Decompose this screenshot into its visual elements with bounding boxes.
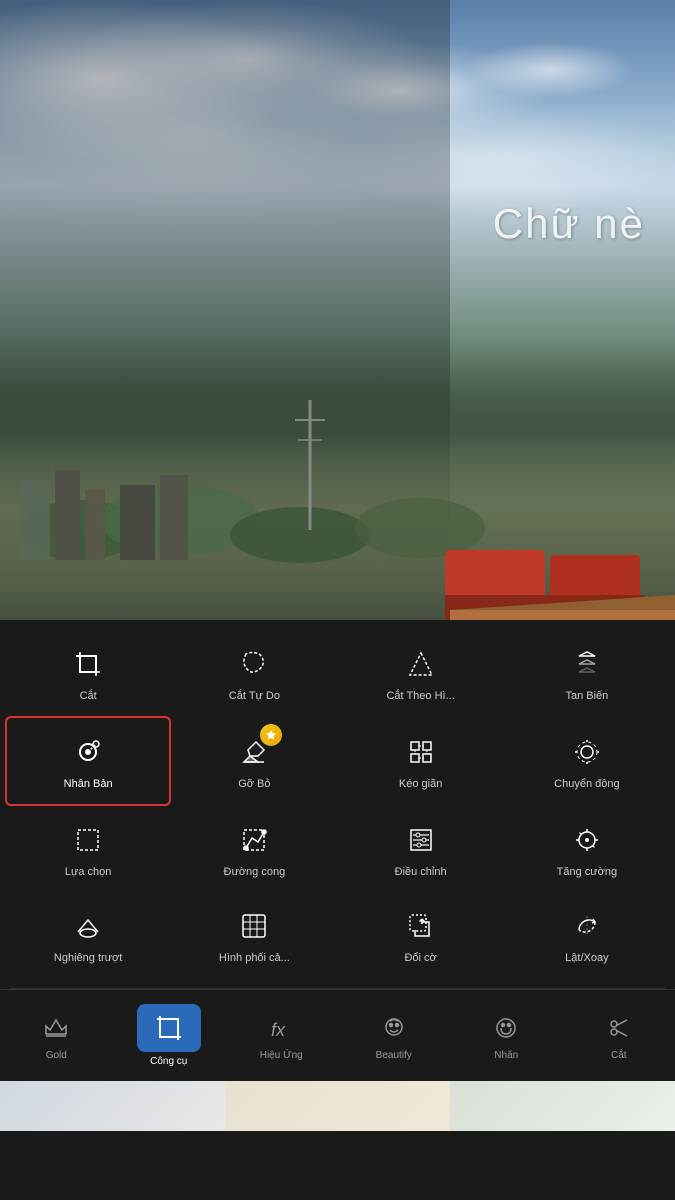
- adjust-icon: [401, 820, 441, 860]
- tool-cat-tu-do-label: Cắt Tự Do: [229, 690, 280, 702]
- tool-keo-gian[interactable]: Kéo giãn: [338, 716, 504, 806]
- tool-cat-theo-hinh-label: Cắt Theo Hì...: [386, 690, 454, 702]
- tool-tan-bien-label: Tan Biến: [565, 690, 608, 702]
- tab-beautify[interactable]: Beautify: [338, 1004, 451, 1067]
- tool-cat-tu-do[interactable]: Cắt Tự Do: [171, 630, 337, 716]
- tool-lua-chon[interactable]: Lựa chọn: [5, 806, 171, 892]
- tool-nghieng-truot-label: Nghiêng trượt: [54, 952, 122, 964]
- flip-rotate-icon: [567, 906, 607, 946]
- motion-icon: [567, 732, 607, 772]
- tool-nghieng-truot[interactable]: Nghiêng trượt: [5, 892, 171, 978]
- curve-icon: [234, 820, 274, 860]
- tab-beautify-label: Beautify: [376, 1050, 412, 1061]
- stretch-icon: [401, 732, 441, 772]
- tab-cong-cu[interactable]: Công cụ: [113, 998, 226, 1073]
- tool-go-bo-label: Gỡ Bỏ: [238, 778, 270, 790]
- fade-icon: [567, 644, 607, 684]
- photo-overlay-text: Chữ nè: [493, 200, 645, 248]
- tool-doi-co[interactable]: Đổi cờ: [338, 892, 504, 978]
- tool-lat-xoay-label: Lật/Xoay: [565, 952, 608, 964]
- cityscape-svg: [0, 300, 675, 620]
- tool-hinh-phoi-label: Hình phối cả...: [219, 952, 290, 964]
- bottom-tabs: Gold Công cụ f: [0, 989, 675, 1081]
- tool-cat-theo-hinh[interactable]: Cắt Theo Hì...: [338, 630, 504, 716]
- crown-icon: [38, 1010, 74, 1046]
- tool-keo-gian-label: Kéo giãn: [399, 778, 442, 790]
- tab-cat-label: Cắt: [611, 1050, 627, 1061]
- photo-canvas: Chữ nè: [0, 0, 675, 620]
- swap-icon: [401, 906, 441, 946]
- tab-hieu-ung-label: Hiệu Ứng: [260, 1050, 303, 1061]
- gold-badge: [260, 724, 282, 746]
- tool-doi-co-label: Đổi cờ: [404, 952, 436, 964]
- face-icon: [376, 1010, 412, 1046]
- tab-gold[interactable]: Gold: [0, 1004, 113, 1067]
- tools-grid: Cắt Cắt Tự Do Cắt Theo Hì... Tan Biến: [0, 620, 675, 988]
- crop-icon: [68, 644, 108, 684]
- tool-cat[interactable]: Cắt: [5, 630, 171, 716]
- tilt-icon: [68, 906, 108, 946]
- tool-lat-xoay[interactable]: Lật/Xoay: [504, 892, 670, 978]
- tab-hieu-ung[interactable]: fx Hiệu Ứng: [225, 1004, 338, 1067]
- tab-cong-cu-container: [137, 1004, 201, 1052]
- ad-bar: [0, 1081, 675, 1131]
- tab-cat[interactable]: Cắt: [563, 1004, 675, 1067]
- ad-bar-content: [0, 1081, 675, 1131]
- sticker-icon: [488, 1010, 524, 1046]
- svg-text:fx: fx: [271, 1020, 286, 1040]
- tool-chuyen-dong[interactable]: Chuyển động: [504, 716, 670, 806]
- scissors-icon: [601, 1010, 637, 1046]
- tool-tang-cuong[interactable]: Tăng cường: [504, 806, 670, 892]
- tool-lua-chon-label: Lựa chọn: [65, 866, 112, 878]
- free-crop-icon: [234, 644, 274, 684]
- tool-duong-cong-label: Đường cong: [224, 866, 286, 878]
- tool-nhan-ban-label: Nhân Bản: [64, 778, 113, 790]
- blend-icon: [234, 906, 274, 946]
- bottom-panel: Cắt Cắt Tự Do Cắt Theo Hì... Tan Biến: [0, 620, 675, 1200]
- tool-go-bo[interactable]: Gỡ Bỏ: [171, 716, 337, 806]
- crop-tool-icon: [151, 1010, 187, 1046]
- tool-dieu-chinh-label: Điều chỉnh: [395, 866, 447, 878]
- tab-cong-cu-label: Công cụ: [150, 1056, 187, 1067]
- tab-gold-label: Gold: [46, 1050, 67, 1061]
- tool-dieu-chinh[interactable]: Điều chỉnh: [338, 806, 504, 892]
- tool-cat-label: Cắt: [80, 690, 97, 702]
- tool-chuyen-dong-label: Chuyển động: [554, 778, 619, 790]
- shape-crop-icon: [401, 644, 441, 684]
- tool-duong-cong[interactable]: Đường cong: [171, 806, 337, 892]
- select-icon: [68, 820, 108, 860]
- tab-nhan[interactable]: Nhãn: [450, 1004, 563, 1067]
- remove-bg-icon: [234, 732, 274, 772]
- tool-tang-cuong-label: Tăng cường: [557, 866, 617, 878]
- tool-tan-bien[interactable]: Tan Biến: [504, 630, 670, 716]
- tool-nhan-ban[interactable]: Nhân Bản: [5, 716, 171, 806]
- ad-segment-3: [450, 1081, 675, 1131]
- enhance-icon: [567, 820, 607, 860]
- duplicate-icon: [68, 732, 108, 772]
- tool-hinh-phoi[interactable]: Hình phối cả...: [171, 892, 337, 978]
- tab-nhan-label: Nhãn: [494, 1050, 518, 1061]
- ad-segment-1: [0, 1081, 225, 1131]
- effects-icon: fx: [263, 1010, 299, 1046]
- ad-segment-2: [225, 1081, 450, 1131]
